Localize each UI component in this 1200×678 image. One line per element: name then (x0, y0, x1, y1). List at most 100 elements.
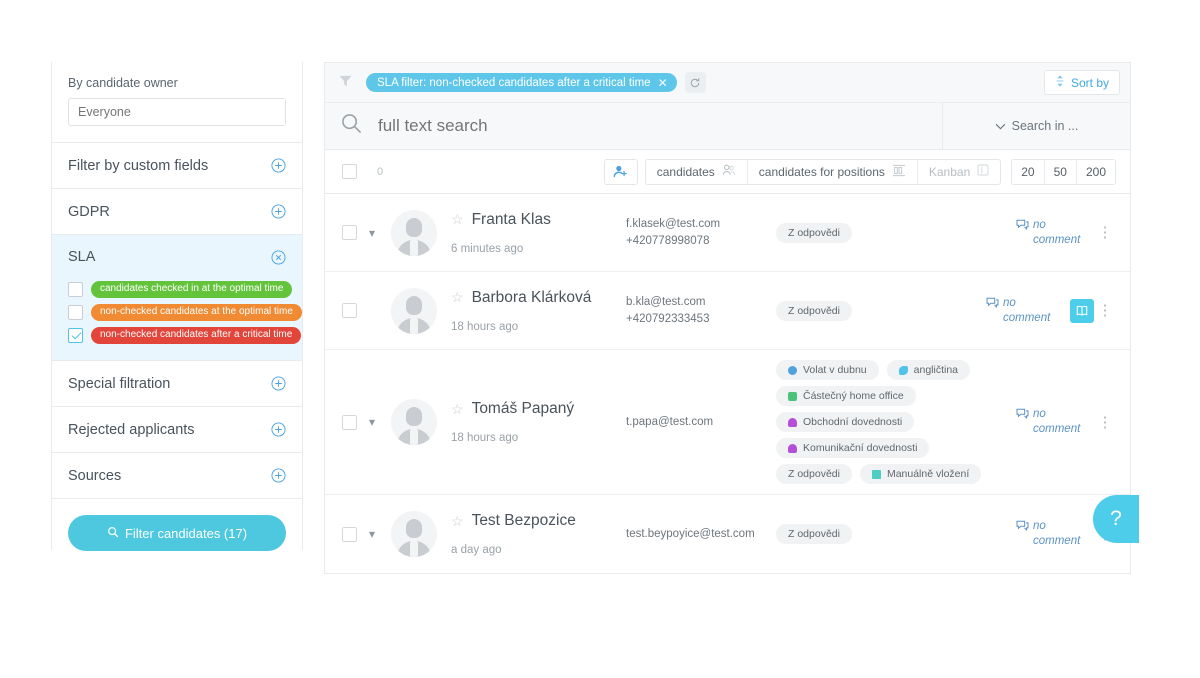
active-filter-chip[interactable]: SLA filter: non-checked candidates after… (366, 73, 677, 92)
star-icon[interactable]: ☆ (451, 401, 464, 418)
plus-circle-icon[interactable] (271, 422, 286, 437)
search-in-dropdown[interactable]: Search in ... (943, 103, 1130, 149)
chevron-down-icon[interactable]: ▾ (357, 226, 387, 240)
row-menu-button[interactable]: ⋮ (1094, 303, 1116, 318)
sidebar-section-rejected-applicants[interactable]: Rejected applicants (52, 407, 302, 453)
sla-option-row[interactable]: non-checked candidates at the optimal ti… (52, 302, 302, 325)
candidate-name-cell: ☆ Franta Klas 6 minutes ago (451, 211, 626, 255)
avatar (391, 287, 437, 334)
sort-by-button[interactable]: Sort by (1043, 70, 1120, 95)
plus-circle-icon[interactable] (271, 468, 286, 483)
tag[interactable]: Z odpovědi (776, 222, 852, 243)
candidate-name[interactable]: Test Bezpozice (472, 512, 576, 530)
candidate-time: 6 minutes ago (451, 242, 524, 255)
tag[interactable]: Částečný home office (776, 386, 916, 406)
tag[interactable]: Obchodní dovednosti (776, 412, 915, 432)
close-circle-icon[interactable] (271, 249, 286, 265)
filter-sidebar: By candidate owner Filter by custom fiel… (51, 62, 303, 551)
candidate-email[interactable]: b.kla@test.com (626, 294, 776, 311)
refresh-button[interactable] (684, 72, 706, 93)
view-switcher: candidates candidates for positions Kanb… (644, 158, 1002, 185)
tag[interactable]: Z odpovědi (776, 464, 852, 484)
sla-header[interactable]: SLA (52, 235, 302, 279)
tag-label: Z odpovědi (788, 468, 840, 480)
row-menu-button[interactable]: ⋮ (1094, 225, 1116, 240)
comment-link[interactable]: no comment (986, 296, 1064, 326)
candidate-name[interactable]: Franta Klas (472, 211, 551, 229)
tag-icon (898, 365, 908, 375)
sidebar-section-label: SLA (68, 249, 96, 265)
table-row[interactable]: ▾ ☆ Test Bezpozice a day ago test.beypoy… (325, 495, 1130, 573)
row-checkbox[interactable] (342, 303, 357, 318)
sidebar-section-sla: SLA candidates checked in at the optimal… (52, 235, 302, 361)
comment-link[interactable]: no comment (1016, 407, 1094, 437)
candidate-owner-input[interactable] (68, 98, 286, 126)
search-field-container (325, 103, 943, 149)
sla-option-checkbox[interactable] (68, 328, 83, 343)
candidate-name[interactable]: Tomáš Papaný (472, 400, 575, 418)
comment-icon (1016, 408, 1029, 424)
add-user-button[interactable] (603, 158, 638, 185)
candidate-email[interactable]: t.papa@test.com (626, 414, 776, 431)
sla-option-checkbox[interactable] (68, 305, 83, 320)
star-icon[interactable]: ☆ (451, 211, 464, 228)
table-row[interactable]: ▾ ☆ Tomáš Papaný 18 hours ago t.papa@tes… (325, 350, 1130, 495)
clock-icon (788, 365, 797, 375)
sidebar-section-special-filtration[interactable]: Special filtration (52, 361, 302, 407)
sla-option-label: non-checked candidates at the optimal ti… (91, 304, 302, 321)
tag[interactable]: angličtina (886, 360, 971, 380)
comment-icon (1016, 520, 1029, 536)
tag-label: Komunikační dovednosti (803, 442, 918, 454)
candidate-tags-cell: Volat v dubnu angličtina Částečný home o… (776, 360, 1016, 484)
sidebar-section-gdpr[interactable]: GDPR (52, 189, 302, 235)
sidebar-section-sources[interactable]: Sources (52, 453, 302, 499)
plus-circle-icon[interactable] (271, 204, 286, 219)
tag[interactable]: Volat v dubnu (776, 360, 879, 380)
candidate-email[interactable]: f.klasek@test.com (626, 216, 776, 233)
chevron-down-icon[interactable]: ▾ (357, 527, 387, 541)
row-checkbox[interactable] (342, 225, 357, 240)
candidate-contact-cell: f.klasek@test.com +420778998078 (626, 216, 776, 250)
star-icon[interactable]: ☆ (451, 289, 464, 306)
anchor-icon (788, 417, 797, 427)
filter-candidates-button[interactable]: Filter candidates (17) (68, 515, 286, 551)
row-menu-button[interactable]: ⋮ (1094, 415, 1116, 430)
sla-option-row[interactable]: candidates checked in at the optimal tim… (52, 279, 302, 302)
tag[interactable]: Manuálně vložení (859, 464, 982, 484)
page-size-50[interactable]: 50 (1044, 159, 1077, 184)
candidate-name[interactable]: Barbora Klárková (472, 289, 592, 307)
candidate-name-cell: ☆ Test Bezpozice a day ago (451, 512, 626, 556)
search-input[interactable] (376, 115, 917, 137)
open-book-button[interactable] (1070, 298, 1094, 323)
tab-candidates[interactable]: candidates (646, 159, 748, 184)
comment-link[interactable]: no comment (1016, 218, 1094, 248)
candidate-email[interactable]: test.beypoyice@test.com (626, 526, 755, 543)
page-size-20[interactable]: 20 (1012, 159, 1045, 184)
star-icon[interactable]: ☆ (451, 513, 464, 530)
tab-kanban[interactable]: Kanban (918, 160, 1000, 184)
table-row[interactable]: ☆ Barbora Klárková 18 hours ago b.kla@te… (325, 272, 1130, 350)
select-all-checkbox[interactable] (342, 164, 357, 179)
tag-label: Volat v dubnu (803, 364, 867, 376)
plus-circle-icon[interactable] (271, 376, 286, 391)
candidate-name-cell: ☆ Barbora Klárková 18 hours ago (451, 289, 626, 333)
tag[interactable]: Komunikační dovednosti (776, 438, 930, 458)
sla-option-checkbox[interactable] (68, 282, 83, 297)
plus-circle-icon[interactable] (271, 158, 286, 173)
comment-link[interactable]: no comment (1016, 519, 1094, 549)
sla-option-row[interactable]: non-checked candidates after a critical … (52, 325, 302, 348)
tab-candidates-for-positions[interactable]: candidates for positions (748, 159, 918, 184)
chevron-down-icon[interactable]: ▾ (357, 415, 387, 429)
help-button[interactable]: ? (1093, 495, 1139, 543)
sidebar-section-custom-fields[interactable]: Filter by custom fields (52, 143, 302, 189)
table-row[interactable]: ▾ ☆ Franta Klas 6 minutes ago f.klasek@t… (325, 194, 1130, 272)
funnel-icon[interactable] (338, 73, 353, 93)
tag[interactable]: Z odpovědi (776, 524, 852, 544)
sidebar-section-label: Rejected applicants (68, 421, 195, 438)
row-checkbox[interactable] (342, 414, 357, 430)
candidate-owner-filter: By candidate owner (52, 62, 302, 143)
page-size-200[interactable]: 200 (1076, 159, 1115, 184)
tag[interactable]: Z odpovědi (776, 300, 852, 321)
close-icon[interactable]: ✕ (658, 77, 668, 89)
row-checkbox[interactable] (342, 526, 357, 542)
